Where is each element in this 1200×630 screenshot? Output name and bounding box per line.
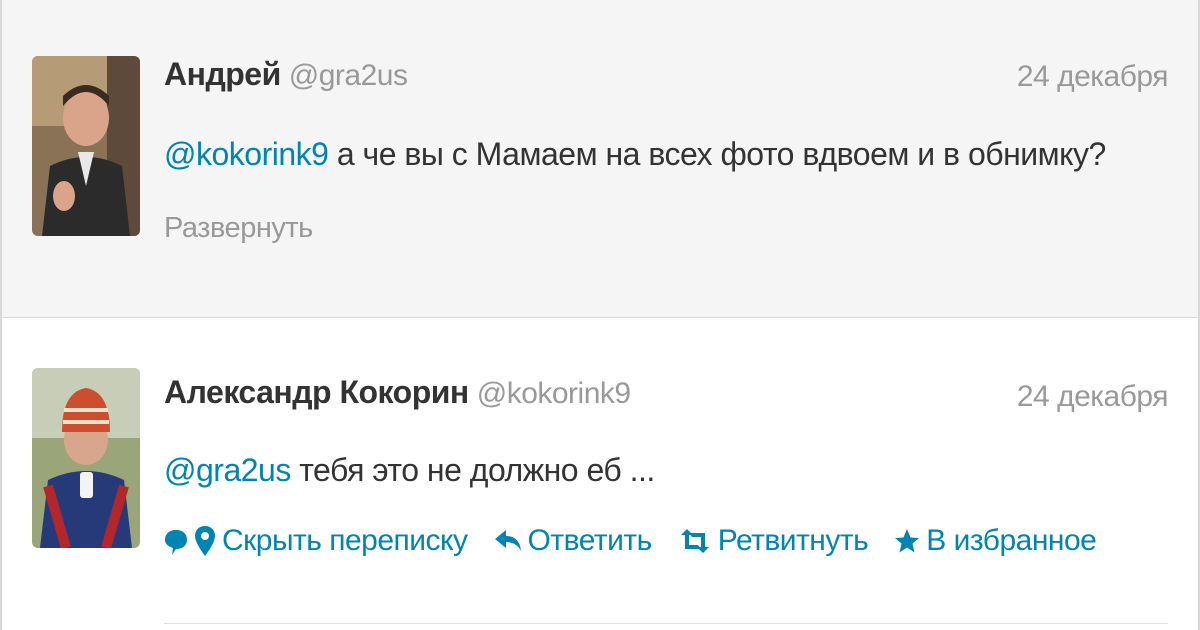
- conversation-icon: [165, 530, 187, 555]
- reply-icon: [494, 530, 521, 551]
- avatar-photo-kokorin: [32, 368, 140, 548]
- hide-conversation-label[interactable]: Скрыть переписку: [222, 524, 468, 558]
- author-name[interactable]: Андрей: [164, 56, 281, 92]
- retweet-icon: [680, 529, 709, 553]
- divider: [164, 623, 1168, 624]
- tweet-date[interactable]: 24 декабря: [1017, 380, 1169, 414]
- star-icon: [895, 529, 920, 553]
- tweet-andrey[interactable]: Андрей @gra2us 24 декабря @kokorink9 а че…: [2, 0, 1198, 318]
- author-name[interactable]: Александр Кокорин: [164, 374, 469, 410]
- tweet-text: @gra2us тебя это не должно еб ...: [164, 452, 655, 489]
- retweet-label[interactable]: Ретвитнуть: [718, 524, 869, 558]
- tweet-header: Александр Кокорин @kokorink9: [164, 374, 631, 411]
- tweet-body: тебя это не должно еб ...: [290, 452, 655, 488]
- tweet-actions: Скрыть переписку Ответить Ретвитнуть В и…: [164, 524, 1122, 558]
- mention-link[interactable]: @kokorink9: [164, 136, 329, 172]
- avatar[interactable]: [32, 56, 140, 236]
- tweet-text: @kokorink9 а че вы с Мамаем на всех фото…: [164, 136, 1106, 173]
- author-handle[interactable]: @kokorink9: [477, 377, 631, 410]
- reply-button[interactable]: Ответить: [494, 524, 652, 558]
- tweet-date[interactable]: 24 декабря: [1017, 60, 1169, 94]
- tweet-kokorin[interactable]: Александр Кокорин @kokorink9 24 декабря @…: [2, 318, 1198, 630]
- retweet-button[interactable]: Ретвитнуть: [678, 524, 869, 558]
- reply-label[interactable]: Ответить: [528, 524, 653, 558]
- tweet-header: Андрей @gra2us: [164, 56, 408, 93]
- mention-link[interactable]: @gra2us: [164, 452, 291, 488]
- favorite-label[interactable]: В избранное: [926, 524, 1097, 558]
- author-handle[interactable]: @gra2us: [289, 59, 408, 92]
- hide-conversation-button[interactable]: Скрыть переписку: [164, 524, 468, 558]
- avatar-photo-andrey: [32, 56, 140, 236]
- tweet-body: а че вы с Мамаем на всех фото вдвоем и в…: [328, 136, 1106, 172]
- avatar[interactable]: [32, 368, 140, 548]
- expand-link[interactable]: Развернуть: [164, 212, 313, 245]
- favorite-button[interactable]: В избранное: [894, 524, 1097, 558]
- location-pin-icon: [195, 526, 215, 556]
